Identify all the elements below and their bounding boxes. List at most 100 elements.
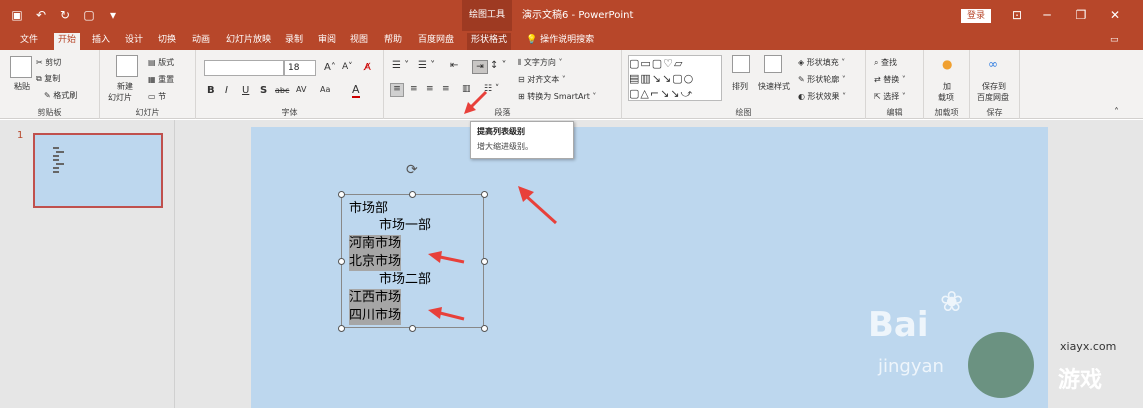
slide-thumbnail[interactable] — [33, 133, 163, 208]
paste-icon[interactable] — [10, 56, 32, 78]
decrease-indent-icon[interactable]: ⇤ — [450, 60, 458, 71]
resize-handle[interactable] — [481, 325, 488, 332]
shape-outline-button[interactable]: ✎ 形状轮廓 ˅ — [798, 74, 846, 85]
arrange-button[interactable]: 排列 — [732, 81, 748, 92]
format-painter-button[interactable]: ✎ 格式刷 — [44, 90, 77, 101]
save-netdisk-label-2[interactable]: 百度网盘 — [977, 92, 1009, 103]
resize-handle[interactable] — [409, 325, 416, 332]
new-slide-label-1[interactable]: 新建 — [117, 81, 133, 92]
font-name-combo[interactable] — [204, 60, 284, 76]
tab-design[interactable]: 设计 — [121, 33, 147, 50]
text-direction-button[interactable]: ⫴ 文字方向 ˅ — [518, 57, 562, 68]
new-slide-label-2[interactable]: 幻灯片 — [108, 92, 132, 103]
save-netdisk-label-1[interactable]: 保存到 — [982, 81, 1006, 92]
char-spacing-button[interactable]: AV — [296, 85, 306, 94]
tell-me-search[interactable]: 💡 操作说明搜索 — [522, 33, 598, 50]
login-button[interactable]: 登录 — [961, 9, 991, 23]
align-right-icon[interactable]: ≡ — [426, 84, 434, 94]
quick-styles-button[interactable]: 快速样式 — [758, 81, 790, 92]
addins-icon[interactable]: ● — [942, 57, 952, 71]
save-icon[interactable]: ▣ — [10, 8, 24, 22]
baidu-netdisk-icon[interactable]: ∞ — [988, 57, 998, 71]
text-line-selected[interactable]: 河南市场 — [349, 235, 402, 253]
select-button[interactable]: ⇱ 选择 ˅ — [874, 91, 906, 102]
tab-record[interactable]: 录制 — [281, 33, 307, 50]
resize-handle[interactable] — [338, 325, 345, 332]
find-button[interactable]: ⌕ 查找 — [874, 57, 897, 68]
line-spacing-icon[interactable]: ↕ ˅ — [490, 60, 507, 71]
maximize-icon[interactable]: ❐ — [1064, 0, 1098, 31]
tab-transitions[interactable]: 切换 — [154, 33, 180, 50]
shapes-gallery[interactable]: ▢▭▢♡▱ ▤▥↘↘▢○ ▢△⌐↘↘⤻ — [628, 55, 722, 101]
resize-handle[interactable] — [481, 191, 488, 198]
bullets-icon[interactable]: ☰ ˅ — [392, 60, 409, 71]
change-case-button[interactable]: Aa — [320, 85, 330, 94]
ribbon-tabs: 文件 开始 插入 设计 切换 动画 幻灯片放映 录制 审阅 视图 帮助 百度网盘… — [0, 31, 1143, 50]
tab-animations[interactable]: 动画 — [188, 33, 214, 50]
text-line-selected[interactable]: 北京市场 — [349, 253, 402, 271]
underline-button[interactable]: U — [242, 85, 249, 96]
grow-font-icon[interactable]: A˄ — [324, 62, 336, 73]
tab-baidu-netdisk[interactable]: 百度网盘 — [414, 33, 458, 50]
minimize-icon[interactable]: ─ — [1030, 0, 1064, 31]
tab-review[interactable]: 审阅 — [314, 33, 340, 50]
justify-icon[interactable]: ≡ — [442, 84, 450, 94]
text-line[interactable]: 市场一部 — [379, 217, 431, 235]
clear-format-icon[interactable]: A̸ — [364, 62, 371, 73]
new-file-icon[interactable]: ▢ — [82, 8, 96, 22]
quick-styles-icon[interactable] — [764, 55, 782, 73]
copy-button[interactable]: ⧉ 复制 — [36, 73, 60, 84]
resize-handle[interactable] — [481, 258, 488, 265]
align-text-button[interactable]: ⊟ 对齐文本 ˅ — [518, 74, 566, 85]
increase-indent-button[interactable]: ⇥ — [472, 60, 488, 74]
resize-handle[interactable] — [338, 191, 345, 198]
align-left-icon[interactable]: ≡ — [390, 83, 404, 97]
paste-button[interactable]: 粘贴 — [14, 81, 30, 92]
new-slide-icon[interactable] — [116, 55, 138, 77]
tab-help[interactable]: 帮助 — [380, 33, 406, 50]
search-icon: ⌕ — [874, 58, 879, 67]
close-icon[interactable]: ✕ — [1098, 0, 1132, 31]
ribbon-display-icon[interactable]: ⊡ — [1000, 0, 1034, 31]
text-line-selected[interactable]: 四川市场 — [349, 307, 402, 325]
smartart-icon: ⊞ — [518, 92, 525, 101]
section-button[interactable]: ▭ 节 — [148, 91, 166, 102]
reset-button[interactable]: ▦ 重置 — [148, 74, 174, 85]
align-center-icon[interactable]: ≡ — [410, 84, 418, 94]
shadow-button[interactable]: S — [260, 85, 267, 96]
addins-label-1[interactable]: 加 — [943, 81, 951, 92]
rotate-handle-icon[interactable]: ⟳ — [406, 162, 418, 178]
resize-handle[interactable] — [409, 191, 416, 198]
undo-icon[interactable]: ↶ — [34, 8, 48, 22]
tab-insert[interactable]: 插入 — [88, 33, 114, 50]
tab-file[interactable]: 文件 — [16, 33, 42, 50]
strikethrough-button[interactable]: abc — [275, 86, 289, 95]
numbering-icon[interactable]: ☰ ˅ — [418, 60, 435, 71]
tab-home[interactable]: 开始 — [54, 33, 81, 50]
collapse-ribbon-icon[interactable]: ˄ — [1114, 107, 1119, 118]
layout-button[interactable]: ▤ 版式 — [148, 57, 174, 68]
replace-button[interactable]: ⇄ 替换 ˅ — [874, 74, 906, 85]
resize-handle[interactable] — [338, 258, 345, 265]
arrange-icon[interactable] — [732, 55, 750, 73]
shape-fill-button[interactable]: ◈ 形状填充 ˅ — [798, 57, 845, 68]
tab-shape-format[interactable]: 形状格式 — [467, 33, 512, 50]
redo-icon[interactable]: ↻ — [58, 8, 72, 22]
text-line[interactable]: 市场二部 — [379, 271, 431, 289]
shrink-font-icon[interactable]: A˅ — [342, 62, 353, 72]
bold-button[interactable]: B — [207, 85, 215, 96]
comments-icon[interactable]: ▭ — [1106, 33, 1123, 50]
shape-effects-button[interactable]: ◐ 形状效果 ˅ — [798, 91, 846, 102]
customize-icon[interactable]: ▾ — [106, 8, 120, 22]
font-color-button[interactable]: A — [352, 83, 360, 98]
text-line-selected[interactable]: 江西市场 — [349, 289, 402, 307]
font-size-combo[interactable]: 18 — [284, 60, 316, 76]
cut-button[interactable]: ✂ 剪切 — [36, 57, 61, 68]
tab-view[interactable]: 视图 — [346, 33, 372, 50]
tab-slideshow[interactable]: 幻灯片放映 — [222, 33, 275, 50]
addins-label-2[interactable]: 载项 — [938, 92, 954, 103]
smartart-button[interactable]: ⊞ 转换为 SmartArt ˅ — [518, 91, 596, 102]
thumb-text-line — [56, 163, 64, 165]
italic-button[interactable]: I — [225, 85, 228, 96]
text-line[interactable]: 市场部 — [349, 200, 388, 218]
